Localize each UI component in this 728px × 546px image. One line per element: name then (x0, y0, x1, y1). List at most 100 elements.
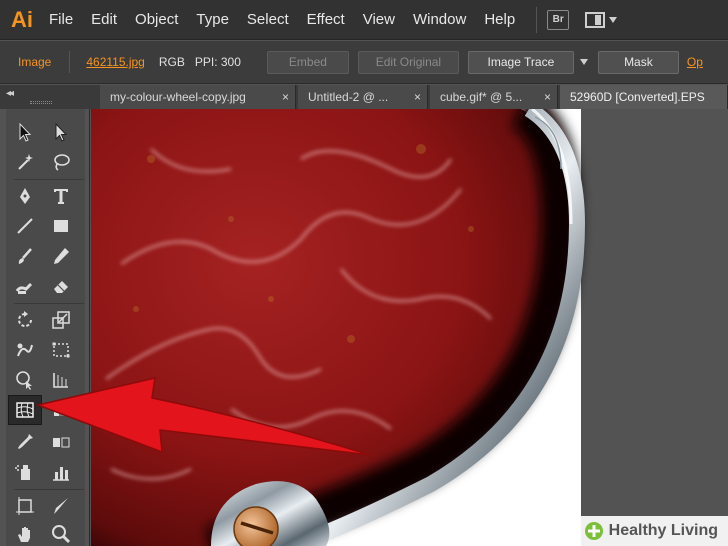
eraser-icon (54, 281, 68, 293)
opacity-link[interactable]: Op (687, 55, 703, 69)
menu-file[interactable]: File (40, 0, 82, 40)
slice-tool[interactable] (44, 491, 78, 521)
mesh-tool[interactable] (8, 395, 42, 425)
healthy-living-logo-icon (584, 522, 603, 540)
magic-wand-tool[interactable] (8, 147, 42, 177)
gradient-icon (54, 404, 68, 416)
selection-tool[interactable] (8, 117, 42, 147)
close-icon[interactable]: × (414, 85, 421, 109)
lasso-icon (54, 154, 70, 171)
line-segment-tool[interactable] (8, 211, 42, 241)
control-bar: Image 462115.jpg RGB PPI: 300 Embed Edit… (0, 41, 728, 84)
symbol-sprayer-icon (15, 465, 30, 480)
gradient-tool[interactable] (44, 395, 78, 425)
chevron-down-icon (579, 59, 588, 65)
rotate-icon (18, 311, 32, 327)
magic-wand-icon (18, 154, 33, 170)
zoom-tool[interactable] (44, 519, 78, 546)
tab-label: cube.gif* @ 5... (440, 90, 523, 104)
pen-tool[interactable] (8, 181, 42, 211)
pencil-icon (54, 248, 69, 264)
ppi-label: PPI: 300 (194, 55, 241, 69)
watermark: Healthy Living (576, 516, 728, 546)
close-icon[interactable]: × (282, 85, 289, 109)
rotate-tool[interactable] (8, 305, 42, 335)
rectangle-icon (54, 220, 68, 232)
slice-knife-icon (54, 498, 68, 514)
marble-clock-artwork (91, 109, 586, 546)
arrange-documents-icon (585, 11, 606, 28)
tab-cube[interactable]: cube.gif* @ 5... × (430, 85, 558, 109)
eraser-tool[interactable] (44, 271, 78, 301)
artboard-tool[interactable] (8, 491, 42, 521)
menu-type[interactable]: Type (187, 0, 238, 40)
eyedropper-tool[interactable] (8, 427, 42, 457)
mesh-icon (16, 402, 34, 418)
embed-button[interactable]: Embed (266, 50, 349, 74)
control-separator (69, 51, 71, 73)
column-graph-tool[interactable] (44, 457, 78, 487)
direct-selection-arrow-icon (55, 122, 68, 142)
tab-label: 52960D [Converted].EPS (570, 90, 705, 104)
artboard-icon (16, 497, 34, 515)
shape-builder-icon (16, 371, 32, 390)
blob-brush-tool[interactable] (8, 271, 42, 301)
paintbrush-tool[interactable] (8, 241, 42, 271)
menu-edit[interactable]: Edit (82, 0, 126, 40)
pencil-tool[interactable] (44, 241, 78, 271)
tab-untitled-2[interactable]: Untitled-2 @ ... × (298, 85, 428, 109)
hand-icon (18, 527, 30, 542)
document-canvas[interactable] (91, 109, 728, 546)
close-icon[interactable]: × (544, 85, 551, 109)
menu-effect[interactable]: Effect (298, 0, 354, 40)
bridge-button[interactable]: Br (547, 9, 570, 30)
menu-window[interactable]: Window (404, 0, 475, 40)
direct-selection-tool[interactable] (44, 117, 78, 147)
selection-type-label[interactable]: Image (18, 55, 51, 69)
shape-builder-tool[interactable] (8, 365, 42, 395)
perspective-grid-icon (53, 373, 68, 388)
tab-label: Untitled-2 @ ... (308, 90, 389, 104)
tools-panel (0, 109, 90, 546)
arrange-documents-button[interactable] (585, 11, 618, 28)
tab-label: my-colour-wheel-copy.jpg (110, 90, 246, 104)
edit-original-button[interactable]: Edit Original (357, 50, 459, 74)
selection-arrow-icon (19, 122, 32, 142)
hand-tool[interactable] (8, 519, 42, 546)
menu-separator (536, 6, 538, 33)
warp-tool[interactable] (8, 335, 42, 365)
type-tool[interactable] (44, 181, 78, 211)
blend-tool[interactable] (44, 427, 78, 457)
linked-filename[interactable]: 462115.jpg (86, 55, 145, 69)
blob-brush-icon (15, 282, 33, 294)
tool-separator (14, 489, 84, 490)
menu-select[interactable]: Select (238, 0, 298, 40)
magnifier-icon (52, 525, 71, 544)
color-mode-label: RGB (158, 55, 185, 69)
rectangle-tool[interactable] (44, 211, 78, 241)
menu-object[interactable]: Object (126, 0, 187, 40)
pen-nib-icon (20, 188, 30, 204)
tab-52960d-converted[interactable]: 52960D [Converted].EPS (560, 85, 728, 109)
watermark-text: Healthy Living (608, 522, 718, 539)
lasso-tool[interactable] (44, 147, 78, 177)
panel-grip[interactable] (30, 101, 52, 104)
tab-my-colour-wheel[interactable]: my-colour-wheel-copy.jpg × (100, 85, 296, 109)
tool-separator (14, 303, 84, 304)
type-t-icon (54, 189, 68, 204)
perspective-grid-tool[interactable] (44, 365, 78, 395)
image-trace-presets-dropdown[interactable] (579, 59, 588, 65)
image-trace-button[interactable]: Image Trace (467, 50, 574, 74)
menu-view[interactable]: View (354, 0, 404, 40)
mask-button[interactable]: Mask (597, 50, 679, 74)
line-icon (17, 218, 33, 234)
free-transform-tool[interactable] (44, 335, 78, 365)
scale-icon (52, 311, 70, 329)
symbol-sprayer-tool[interactable] (8, 457, 42, 487)
menu-help[interactable]: Help (475, 0, 524, 40)
scale-tool[interactable] (44, 305, 78, 335)
warp-icon (17, 343, 33, 357)
collapse-icon[interactable]: ◂◂ (6, 88, 14, 99)
column-graph-icon (53, 467, 69, 481)
eyedropper-icon (18, 434, 33, 449)
